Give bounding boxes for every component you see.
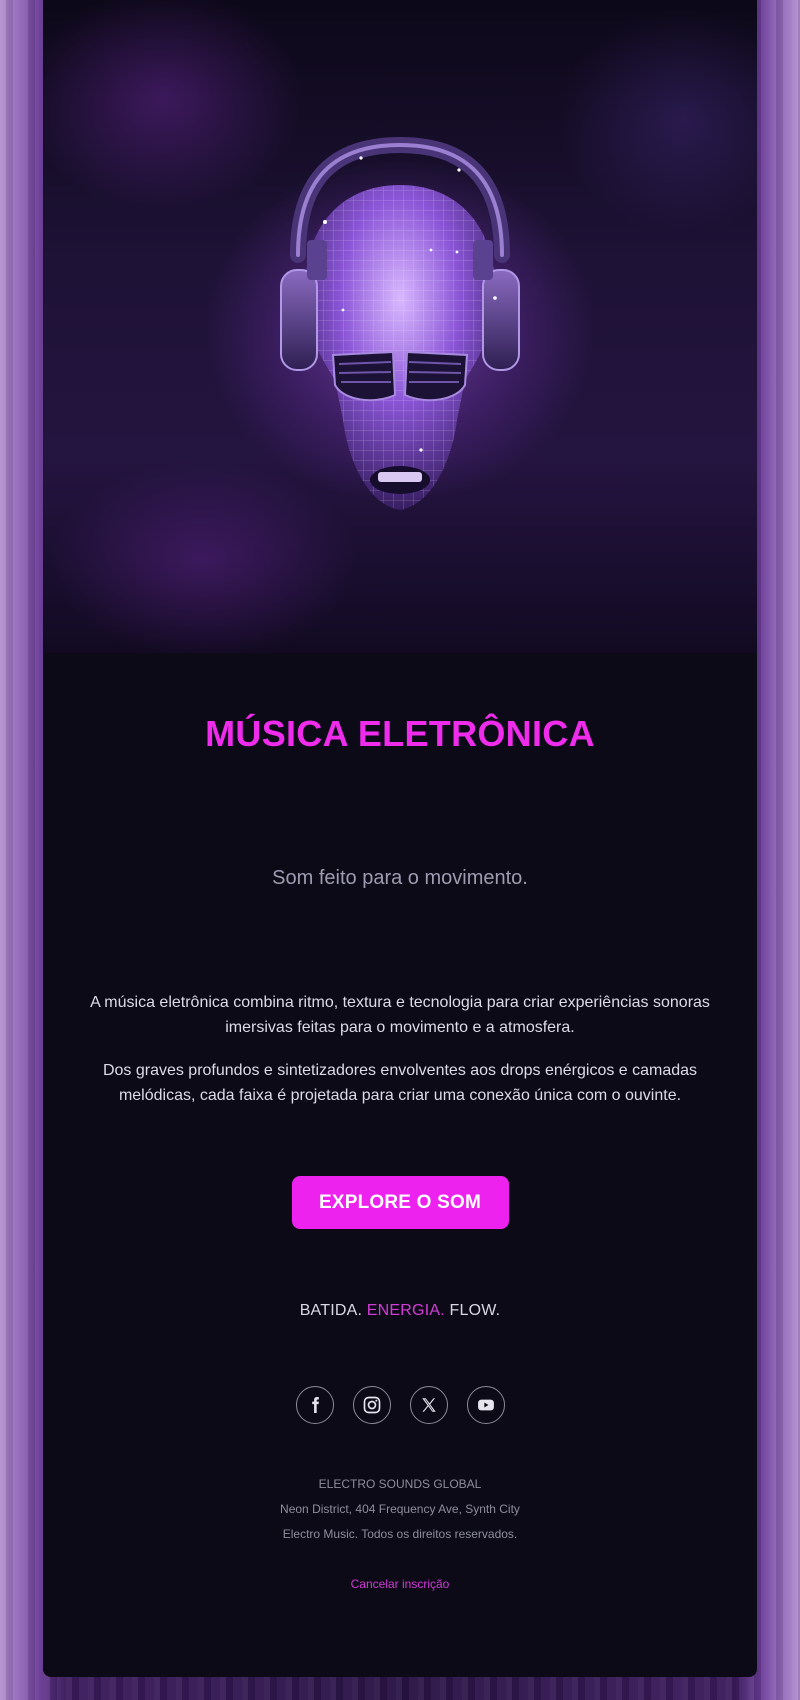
company-name: ELECTRO SOUNDS GLOBAL (318, 1477, 482, 1491)
instagram-button[interactable] (352, 1386, 391, 1424)
tagline-batida: BATIDA. (299, 1302, 363, 1319)
x-button[interactable] (409, 1386, 448, 1424)
tagline-energia: ENERGIA. (366, 1302, 445, 1319)
x-icon (421, 1398, 436, 1412)
explore-button[interactable]: EXPLORE O SOM (291, 1176, 509, 1229)
copyright-text: Electro Music. Todos os direitos reserva… (282, 1527, 518, 1541)
subtitle: Som feito para o movimento. (272, 867, 528, 889)
tagline: BATIDA. ENERGIA. FLOW. (43, 1302, 757, 1320)
facebook-button[interactable] (295, 1386, 334, 1424)
unsubscribe-link[interactable]: Cancelar inscrição (351, 1572, 450, 1597)
youtube-button[interactable] (466, 1386, 505, 1424)
instagram-icon (363, 1396, 380, 1414)
facebook-icon (311, 1397, 319, 1413)
disco-skull-illustration (280, 136, 520, 510)
email-container: MÚSICA ELETRÔNICA Som feito para o movim… (43, 0, 757, 1677)
company-address: Neon District, 404 Frequency Ave, Synth … (280, 1502, 520, 1516)
tagline-flow: FLOW. (449, 1302, 501, 1319)
paragraph: A música eletrônica combina ritmo, textu… (90, 994, 710, 1036)
page-title: MÚSICA ELETRÔNICA (205, 713, 595, 754)
youtube-icon (477, 1399, 494, 1411)
footer: ELECTRO SOUNDS GLOBAL Neon District, 404… (43, 1472, 757, 1597)
paragraph: Dos graves profundos e sintetizadores en… (102, 1062, 698, 1104)
social-links (43, 1386, 757, 1424)
body-text: A música eletrônica combina ritmo, textu… (70, 990, 730, 1108)
hero-image (43, 0, 757, 653)
